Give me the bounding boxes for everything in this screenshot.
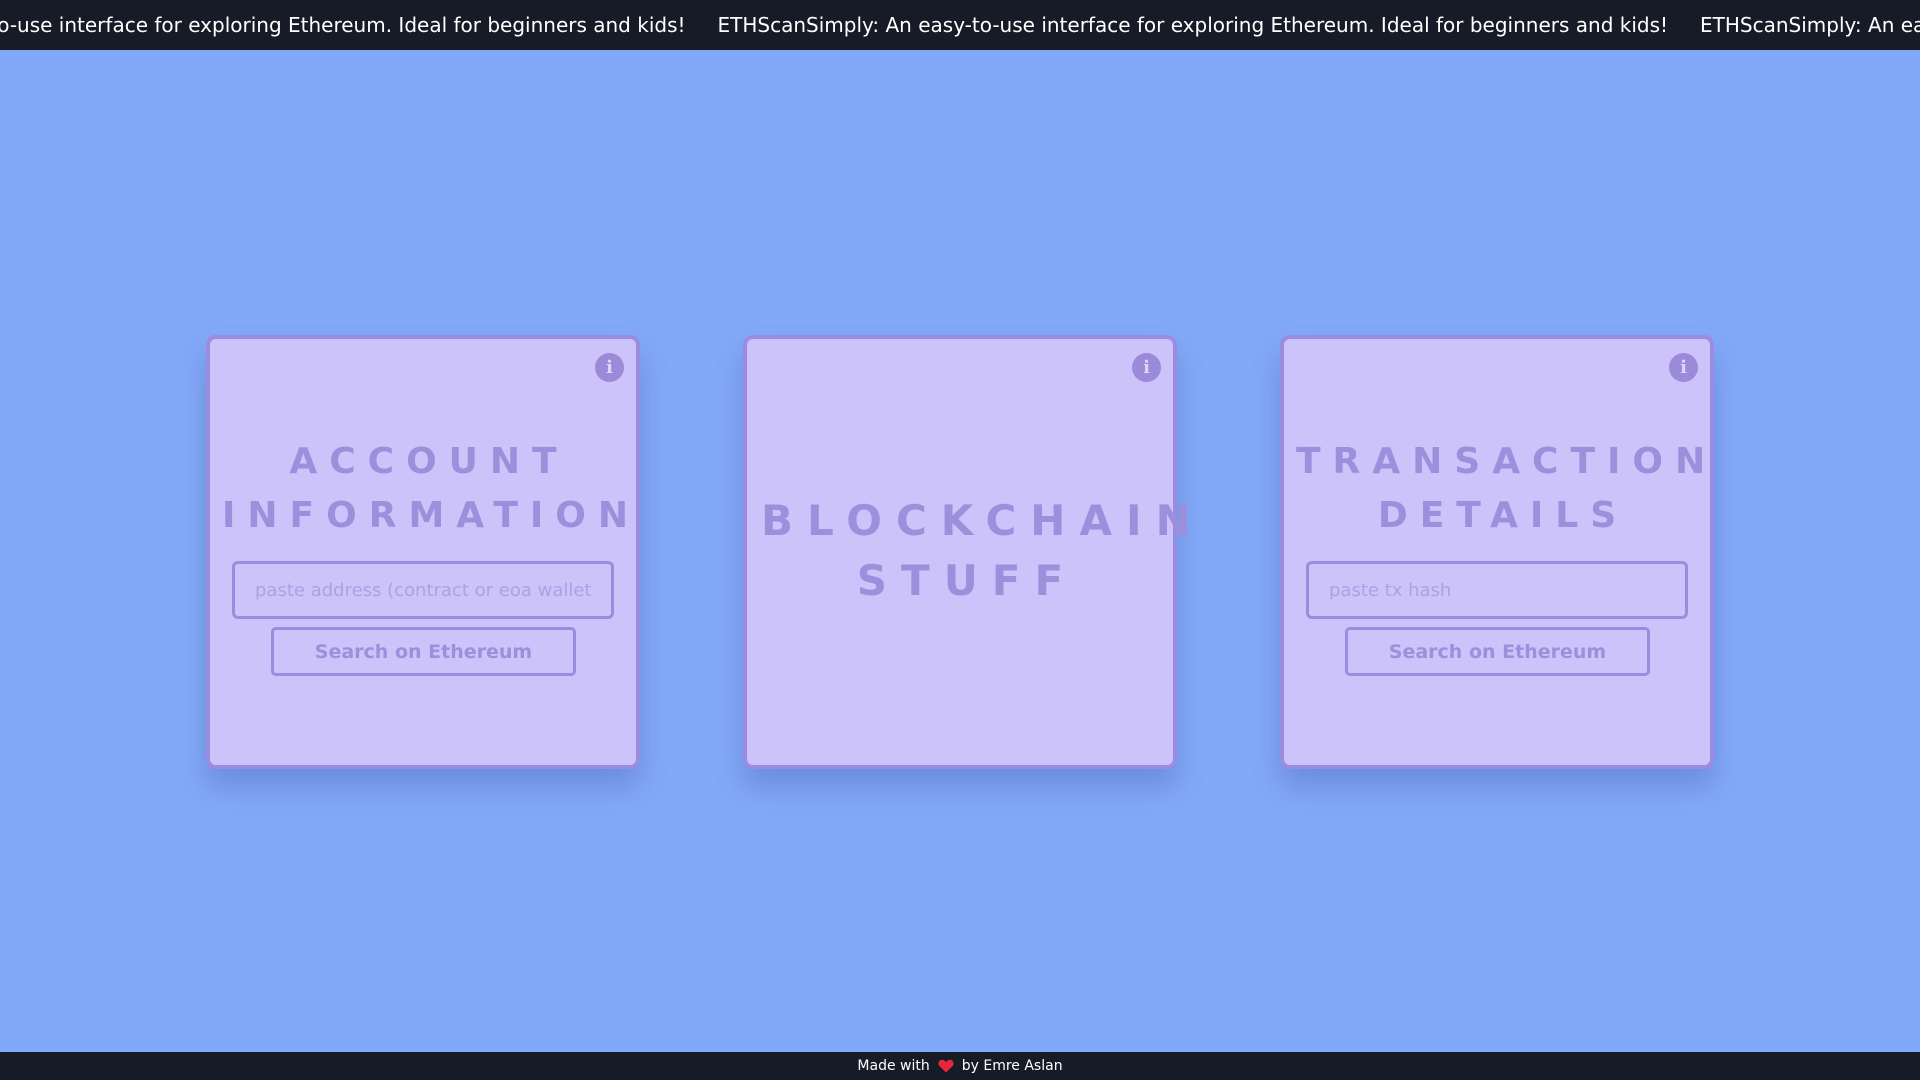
- marquee-banner: asy-to-use interface for exploring Ether…: [0, 0, 1920, 50]
- marquee-track: asy-to-use interface for exploring Ether…: [0, 0, 1920, 50]
- card-title: TRANSACTION DETAILS: [1284, 435, 1710, 543]
- tx-hash-input[interactable]: [1306, 561, 1688, 619]
- address-input[interactable]: [232, 561, 614, 619]
- transaction-details-card: i TRANSACTION DETAILS Search on Ethereum: [1280, 335, 1714, 769]
- info-icon[interactable]: i: [1132, 353, 1161, 382]
- search-address-button[interactable]: Search on Ethereum: [271, 627, 576, 676]
- cards-container: i ACCOUNT INFORMATION Search on Ethereum…: [0, 335, 1920, 769]
- marquee-text: ETHScanSimply: An easy: [1700, 13, 1920, 37]
- card-title-line: STUFF: [856, 556, 1078, 605]
- footer-prefix: Made with: [857, 1058, 930, 1074]
- footer-author: by Emre Aslan: [961, 1058, 1063, 1074]
- search-transaction-button[interactable]: Search on Ethereum: [1345, 627, 1650, 676]
- info-icon[interactable]: i: [595, 353, 624, 382]
- marquee-text: ETHScanSimply: An easy-to-use interface …: [717, 13, 1669, 37]
- heart-icon: [938, 1059, 954, 1073]
- card-title-line: BLOCKCHAIN: [761, 496, 1205, 545]
- card-title-line: TRANSACTION: [1296, 441, 1718, 482]
- card-title-line: DETAILS: [1377, 495, 1629, 536]
- card-title: ACCOUNT INFORMATION: [210, 435, 636, 543]
- card-title-line: ACCOUNT: [289, 441, 569, 482]
- footer: Made with by Emre Aslan: [0, 1052, 1920, 1080]
- blockchain-stuff-card[interactable]: i BLOCKCHAIN STUFF: [743, 335, 1205, 769]
- account-information-card: i ACCOUNT INFORMATION Search on Ethereum: [206, 335, 640, 769]
- marquee-text: asy-to-use interface for exploring Ether…: [0, 13, 686, 37]
- card-title-line: INFORMATION: [222, 495, 641, 536]
- info-icon[interactable]: i: [1669, 353, 1698, 382]
- card-title: BLOCKCHAIN STUFF: [747, 491, 1205, 611]
